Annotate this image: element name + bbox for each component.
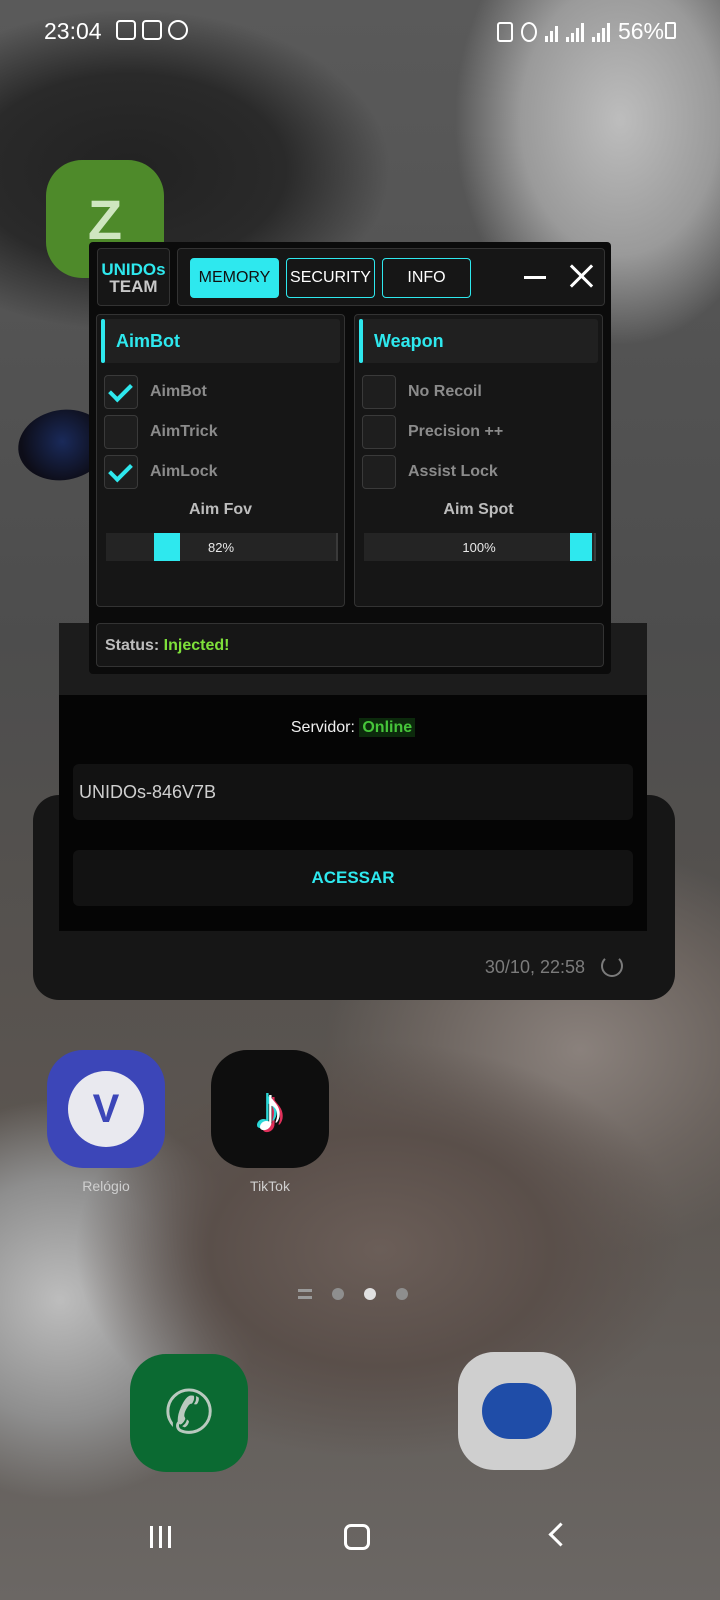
page-indicator[interactable] [298, 1288, 408, 1300]
mod-menu-window: UNIDOs TEAM MEMORY SECURITY INFO AimBot … [89, 242, 611, 674]
notification-icons [116, 20, 188, 40]
home-button[interactable] [344, 1524, 370, 1550]
messages-icon [458, 1352, 576, 1470]
page-dot-current [364, 1288, 376, 1300]
tab-memory[interactable]: MEMORY [190, 258, 279, 298]
status-value: Injected! [163, 637, 230, 654]
status-text: Status: Injected! [105, 637, 229, 655]
list-icon [298, 1289, 312, 1299]
recents-button[interactable] [150, 1526, 171, 1548]
tiktok-icon: ♪ [211, 1050, 329, 1168]
whatsapp-icon [168, 20, 188, 40]
server-label: Servidor: [290, 719, 360, 736]
aimbot-panel: AimBot AimBot AimTrick AimLock Aim Fov 8… [96, 314, 345, 607]
mute-icon [520, 21, 537, 42]
widget-timestamp: 30/10, 22:58 [484, 957, 585, 977]
option-label: AimLock [150, 463, 218, 480]
sim-icon [496, 21, 513, 42]
access-button[interactable]: ACESSAR [73, 850, 633, 906]
check-icon [108, 457, 133, 483]
navigation-bar [0, 1490, 720, 1600]
server-status: Servidor: Online [59, 718, 647, 737]
aim-spot-slider[interactable]: 100% [364, 533, 596, 561]
refresh-icon[interactable] [601, 955, 623, 977]
battery-percent: 56% [617, 18, 664, 44]
checkbox[interactable] [104, 455, 138, 489]
minimize-icon[interactable] [524, 276, 546, 279]
panel-header: Weapon [359, 319, 598, 363]
phone-icon: ✆ [130, 1354, 248, 1472]
panel-title: Weapon [374, 331, 444, 351]
slider-value: 82% [207, 540, 235, 555]
clock-time: 23:04 [44, 18, 102, 44]
app-relogio[interactable]: V Relógio [47, 1050, 165, 1194]
panel-title: AimBot [116, 331, 180, 351]
slider-value: 100% [462, 540, 496, 555]
option-label: Precision ++ [408, 423, 504, 440]
close-icon[interactable] [568, 263, 594, 289]
key-input[interactable]: UNIDOs-846V7B [73, 764, 633, 820]
option-label: Assist Lock [408, 463, 498, 480]
panel-header: AimBot [101, 319, 340, 363]
slider-title: Aim Spot [443, 501, 514, 518]
option-label: No Recoil [408, 383, 482, 400]
dock-phone[interactable]: ✆ [130, 1354, 248, 1472]
checkbox[interactable] [362, 455, 396, 489]
app-tiktok[interactable]: ♪ TikTok [211, 1050, 329, 1194]
option-label: AimBot [150, 383, 207, 400]
back-button[interactable] [548, 1522, 573, 1547]
logo-line1: UNIDOs [101, 260, 166, 279]
tab-bar: MEMORY SECURITY INFO [177, 248, 605, 306]
slider-title: Aim Fov [188, 501, 253, 518]
clock-icon: V [47, 1050, 165, 1168]
system-icons: 56% [496, 18, 664, 45]
team-logo: UNIDOs TEAM [97, 248, 170, 306]
tab-info[interactable]: INFO [382, 258, 471, 298]
gallery-icon [116, 20, 136, 40]
signal-icon [565, 22, 584, 42]
youtube-icon [142, 20, 162, 40]
dock-messages[interactable] [458, 1352, 576, 1470]
status-bar: 23:04 56% [0, 0, 720, 64]
app-label: TikTok [250, 1178, 290, 1194]
checkbox[interactable] [104, 415, 138, 449]
battery-charging-icon [665, 22, 676, 39]
wifi-icon [544, 22, 558, 42]
aim-fov-slider[interactable]: 82% [106, 533, 338, 561]
server-status-value: Online [359, 718, 416, 737]
tab-security[interactable]: SECURITY [286, 258, 375, 298]
status-label: Status: [105, 637, 164, 654]
checkbox[interactable] [104, 375, 138, 409]
page-dot [396, 1288, 408, 1300]
signal-icon [591, 22, 610, 42]
weapon-panel: Weapon No Recoil Precision ++ Assist Loc… [354, 314, 603, 607]
check-icon [108, 377, 133, 403]
checkbox[interactable] [362, 415, 396, 449]
app-label: Relógio [82, 1178, 130, 1194]
logo-line2: TEAM [109, 277, 158, 296]
page-dot [332, 1288, 344, 1300]
checkbox[interactable] [362, 375, 396, 409]
status-bar-panel: Status: Injected! [96, 623, 604, 667]
option-label: AimTrick [150, 423, 218, 440]
